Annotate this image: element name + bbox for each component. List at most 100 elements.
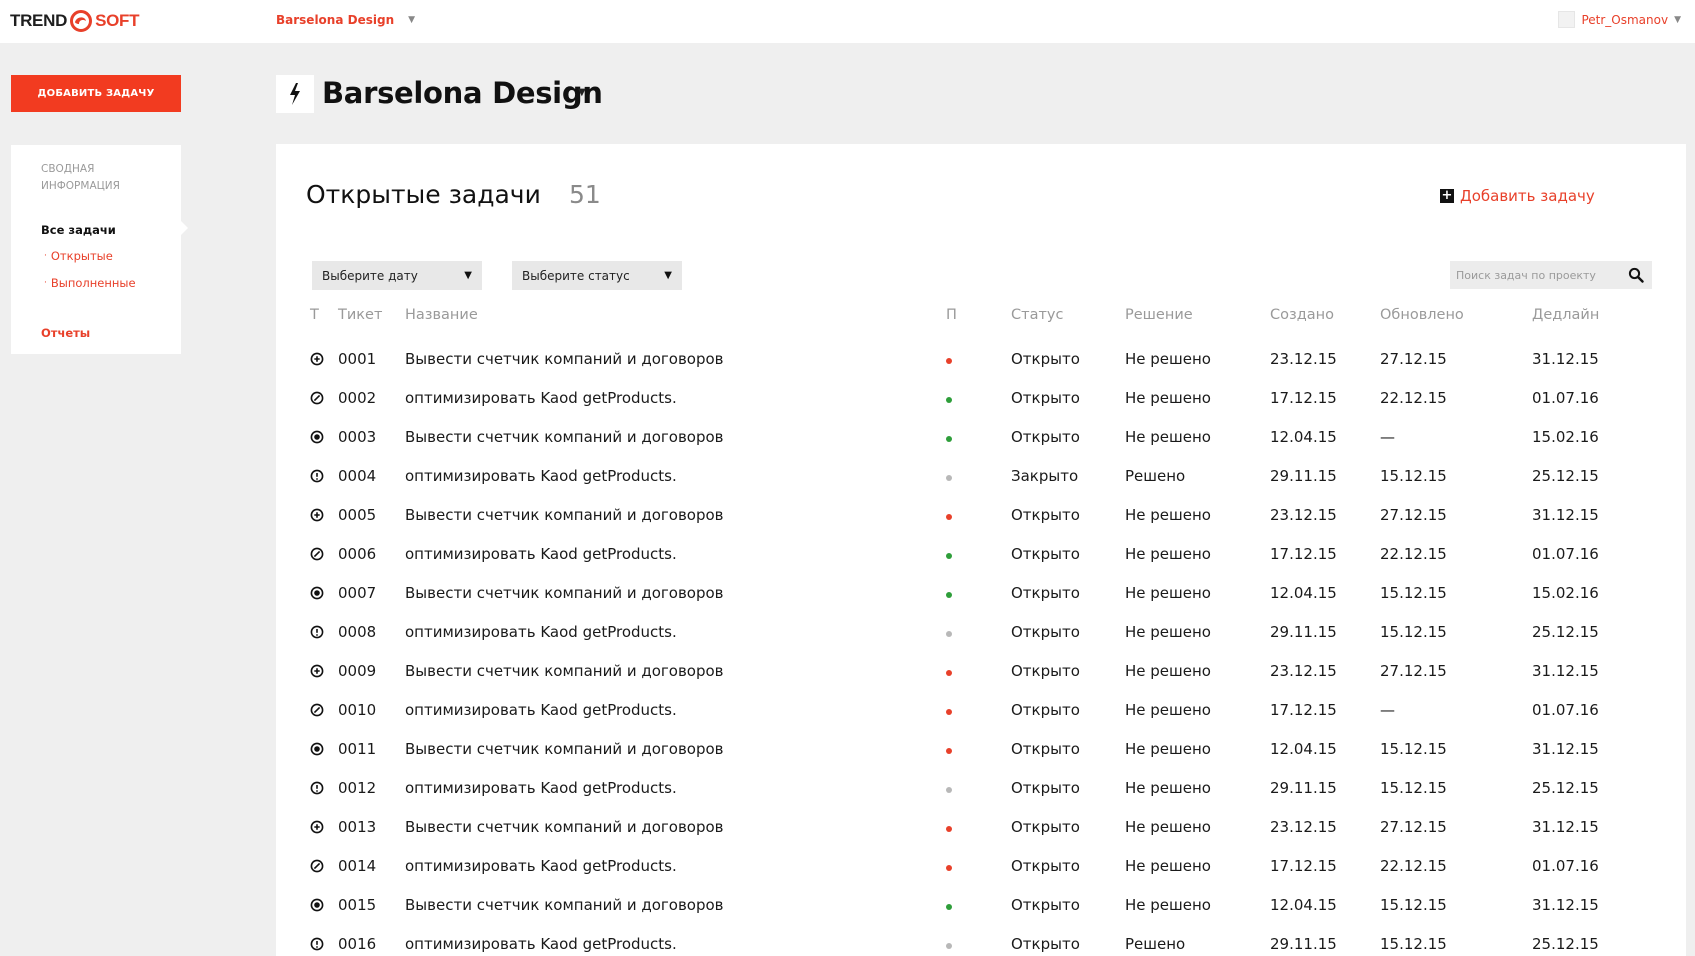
lightning-icon (276, 75, 314, 113)
priority-red-dot-icon (946, 748, 952, 754)
ticket-id[interactable]: 0002 (338, 389, 376, 407)
trendsoft-logo[interactable]: TREND SOFT (10, 9, 140, 33)
task-deadline-date: 25.12.15 (1532, 467, 1599, 485)
table-row[interactable]: 0013 Вывести счетчик компаний и договоров… (276, 809, 1686, 848)
ticket-id[interactable]: 0015 (338, 896, 376, 914)
task-updated-date: 27.12.15 (1380, 506, 1447, 524)
task-created-date: 17.12.15 (1270, 545, 1337, 563)
dropdown-arrow-icon: ▼ (664, 270, 672, 281)
column-header-priority[interactable]: П (946, 307, 957, 323)
table-row[interactable]: 0012 оптимизировать Kaod getProducts. Откр… (276, 770, 1686, 809)
table-row[interactable]: 0010 оптимизировать Kaod getProducts. Откр… (276, 692, 1686, 731)
top-bar: TREND SOFT Barselona Design ▼ Petr_Osman… (0, 0, 1695, 43)
ticket-id[interactable]: 0011 (338, 740, 376, 758)
ticket-id[interactable]: 0016 (338, 935, 376, 953)
ticket-id[interactable]: 0003 (338, 428, 376, 446)
column-header-type[interactable]: Т (310, 307, 319, 323)
ticket-id[interactable]: 0010 (338, 701, 376, 719)
ticket-id[interactable]: 0005 (338, 506, 376, 524)
table-row[interactable]: 0003 Вывести счетчик компаний и договоров… (276, 419, 1686, 458)
task-updated-date: 15.12.15 (1380, 896, 1447, 914)
type-plus-icon (310, 352, 324, 366)
project-menu-chevron-icon[interactable]: ▼ (578, 87, 586, 98)
task-name[interactable]: оптимизировать Kaod getProducts. (405, 623, 677, 641)
add-task-link[interactable]: + Добавить задачу (1440, 187, 1595, 205)
ticket-id[interactable]: 0014 (338, 857, 376, 875)
sidebar-item-summary[interactable]: СВОДНАЯ ИНФОРМАЦИЯ (41, 161, 161, 195)
search-icon[interactable] (1628, 267, 1644, 283)
task-deadline-date: 01.07.16 (1532, 389, 1599, 407)
page-title: Открытые задачи (306, 180, 541, 209)
column-header-updated[interactable]: Обновлено (1380, 307, 1464, 323)
task-resolution: Не решено (1125, 779, 1211, 797)
table-row[interactable]: 0009 Вывести счетчик компаний и договоров… (276, 653, 1686, 692)
sidebar-item-done-label: Выполненные (50, 276, 136, 290)
ticket-id[interactable]: 0006 (338, 545, 376, 563)
project-switcher[interactable]: Barselona Design ▼ (276, 13, 415, 27)
column-header-name[interactable]: Название (405, 307, 478, 323)
task-name[interactable]: оптимизировать Kaod getProducts. (405, 779, 677, 797)
user-menu[interactable]: Petr_Osmanov ▼ (1558, 11, 1681, 28)
task-name[interactable]: Вывести счетчик компаний и договоров (405, 506, 724, 524)
status-filter-select[interactable]: Выберите статус ▼ (512, 261, 682, 290)
search-input[interactable] (1450, 261, 1620, 289)
task-resolution: Не решено (1125, 896, 1211, 914)
task-name[interactable]: оптимизировать Kaod getProducts. (405, 857, 677, 875)
logo-text-right: SOFT (95, 11, 140, 30)
table-row[interactable]: 0002 оптимизировать Kaod getProducts. Откр… (276, 380, 1686, 419)
ticket-id[interactable]: 0008 (338, 623, 376, 641)
task-name[interactable]: оптимизировать Kaod getProducts. (405, 935, 677, 953)
column-header-status[interactable]: Статус (1011, 307, 1063, 323)
task-deadline-date: 25.12.15 (1532, 623, 1599, 641)
column-header-created[interactable]: Создано (1270, 307, 1334, 323)
table-row[interactable]: 0016 оптимизировать Kaod getProducts. Откр… (276, 926, 1686, 956)
ticket-id[interactable]: 0001 (338, 350, 376, 368)
task-deadline-date: 31.12.15 (1532, 350, 1599, 368)
sidebar-item-all-tasks[interactable]: Все задачи (41, 223, 116, 237)
table-row[interactable]: 0008 оптимизировать Kaod getProducts. Откр… (276, 614, 1686, 653)
column-header-ticket[interactable]: Тикет (338, 307, 382, 323)
task-name[interactable]: оптимизировать Kaod getProducts. (405, 467, 677, 485)
task-updated-date: 27.12.15 (1380, 662, 1447, 680)
task-name[interactable]: Вывести счетчик компаний и договоров (405, 428, 724, 446)
table-row[interactable]: 0007 Вывести счетчик компаний и договоров… (276, 575, 1686, 614)
ticket-id[interactable]: 0009 (338, 662, 376, 680)
task-status: Открыто (1011, 935, 1080, 953)
date-filter-select[interactable]: Выберите дату ▼ (312, 261, 482, 290)
column-header-deadline[interactable]: Дедлайн (1532, 307, 1599, 323)
sidebar-item-open[interactable]: · Открытые (44, 249, 113, 263)
sidebar-item-reports[interactable]: Отчеты (41, 326, 90, 340)
task-name[interactable]: Вывести счетчик компаний и договоров (405, 818, 724, 836)
task-updated-date: 22.12.15 (1380, 389, 1447, 407)
table-row[interactable]: 0004 оптимизировать Kaod getProducts. Закр… (276, 458, 1686, 497)
task-name[interactable]: Вывести счетчик компаний и договоров (405, 662, 724, 680)
table-row[interactable]: 0014 оптимизировать Kaod getProducts. Откр… (276, 848, 1686, 887)
table-row[interactable]: 0005 Вывести счетчик компаний и договоров… (276, 497, 1686, 536)
table-row[interactable]: 0006 оптимизировать Kaod getProducts. Откр… (276, 536, 1686, 575)
task-name[interactable]: оптимизировать Kaod getProducts. (405, 701, 677, 719)
table-row[interactable]: 0011 Вывести счетчик компаний и договоров… (276, 731, 1686, 770)
task-created-date: 17.12.15 (1270, 701, 1337, 719)
task-deadline-date: 31.12.15 (1532, 818, 1599, 836)
task-name[interactable]: Вывести счетчик компаний и договоров (405, 740, 724, 758)
task-deadline-date: 15.02.16 (1532, 584, 1599, 602)
task-status: Открыто (1011, 662, 1080, 680)
sidebar-item-done[interactable]: · Выполненные (44, 276, 136, 290)
task-deadline-date: 25.12.15 (1532, 779, 1599, 797)
add-task-button[interactable]: ДОБАВИТЬ ЗАДАЧУ (11, 75, 181, 112)
ticket-id[interactable]: 0007 (338, 584, 376, 602)
ticket-id[interactable]: 0012 (338, 779, 376, 797)
task-updated-date: 15.12.15 (1380, 584, 1447, 602)
ticket-id[interactable]: 0013 (338, 818, 376, 836)
task-name[interactable]: Вывести счетчик компаний и договоров (405, 896, 724, 914)
avatar (1558, 11, 1576, 28)
table-row[interactable]: 0015 Вывести счетчик компаний и договоров… (276, 887, 1686, 926)
ticket-id[interactable]: 0004 (338, 467, 376, 485)
task-name[interactable]: оптимизировать Kaod getProducts. (405, 545, 677, 563)
task-name[interactable]: Вывести счетчик компаний и договоров (405, 584, 724, 602)
table-row[interactable]: 0001 Вывести счетчик компаний и договоров… (276, 341, 1686, 380)
column-header-resolution[interactable]: Решение (1125, 307, 1193, 323)
task-deadline-date: 31.12.15 (1532, 896, 1599, 914)
task-name[interactable]: Вывести счетчик компаний и договоров (405, 350, 724, 368)
task-name[interactable]: оптимизировать Kaod getProducts. (405, 389, 677, 407)
